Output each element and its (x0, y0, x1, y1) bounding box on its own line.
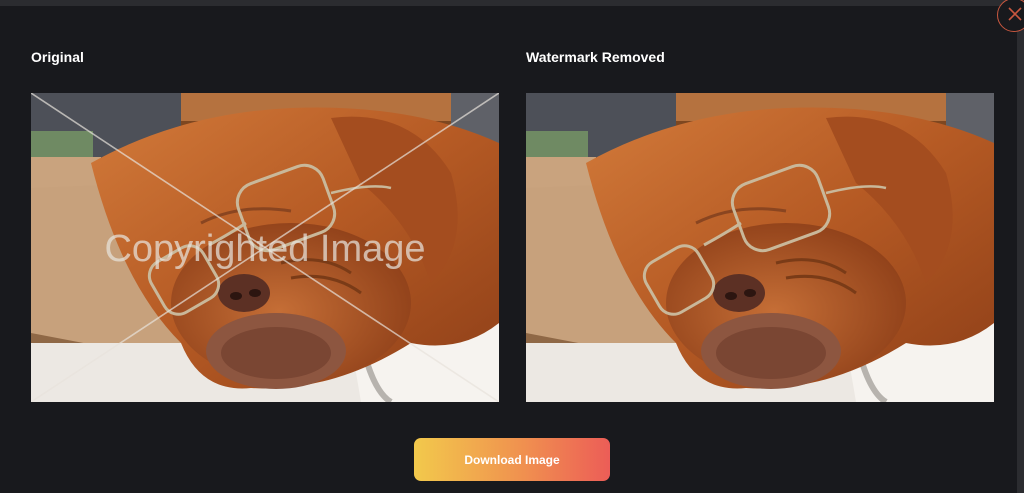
download-image-button[interactable]: Download Image (414, 438, 610, 481)
original-image: Copyrighted Image (31, 93, 499, 402)
comparison-modal: Original Watermark Removed Copyrighted I… (0, 0, 1024, 493)
result-panel-title: Watermark Removed (526, 49, 665, 65)
watermark-removed-image (526, 93, 994, 402)
close-icon (1008, 7, 1022, 21)
watermark-text: Copyrighted Image (104, 228, 425, 270)
close-button[interactable] (997, 0, 1024, 32)
original-panel-title: Original (31, 49, 84, 65)
